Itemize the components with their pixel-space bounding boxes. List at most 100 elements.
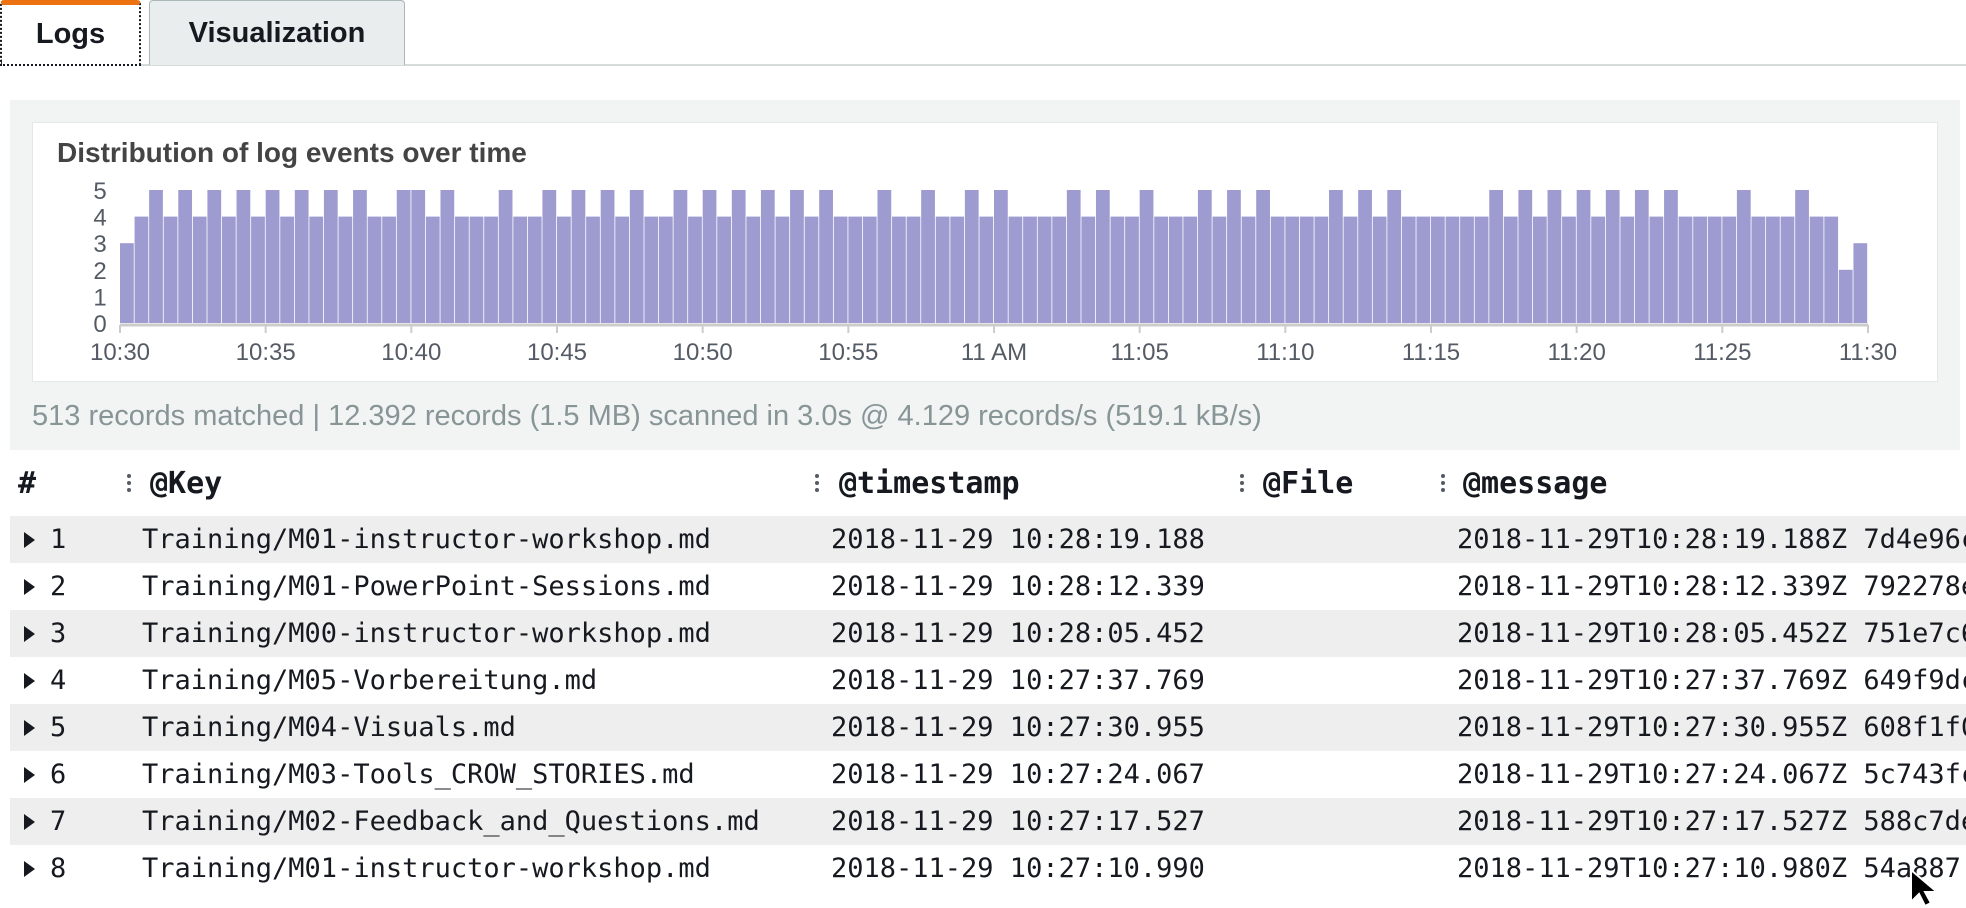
histogram-bar[interactable] [673, 190, 688, 323]
histogram-bar[interactable] [1212, 216, 1227, 323]
histogram-bar[interactable] [1387, 190, 1402, 323]
histogram-bar[interactable] [1547, 190, 1562, 323]
histogram-bar[interactable] [382, 216, 396, 323]
histogram-bar[interactable] [455, 216, 469, 323]
histogram-bar[interactable] [717, 216, 731, 323]
histogram-bar[interactable] [819, 190, 833, 323]
histogram-bar[interactable] [1241, 216, 1256, 323]
histogram-bar[interactable] [1445, 216, 1460, 323]
table-row[interactable]: 5 Training/M04-Visuals.md 2018-11-29 10:27… [10, 704, 1966, 751]
column-header-file[interactable]: @File [1263, 450, 1353, 516]
histogram-bar[interactable] [1620, 216, 1635, 323]
histogram-bar[interactable] [994, 190, 1008, 323]
histogram-bar[interactable] [265, 190, 280, 323]
column-header-key[interactable]: @Key [150, 450, 222, 516]
histogram-bar[interactable] [804, 216, 819, 323]
caret-right-icon[interactable] [24, 532, 35, 548]
column-header-number[interactable]: # [18, 450, 36, 516]
tab-visualization[interactable]: Visualization [149, 0, 405, 65]
histogram-bar[interactable] [979, 216, 994, 323]
histogram-bar[interactable] [1416, 216, 1431, 323]
table-row[interactable]: 1 Training/M01-instructor-workshop.md 2018… [10, 516, 1966, 563]
histogram-bar[interactable] [1037, 216, 1052, 323]
histogram-bar[interactable] [760, 190, 775, 323]
histogram-bar[interactable] [1168, 216, 1183, 323]
histogram-bar[interactable] [1431, 216, 1445, 323]
histogram-bar[interactable] [1503, 216, 1518, 323]
caret-right-icon[interactable] [24, 861, 35, 877]
histogram-bar[interactable] [586, 216, 600, 323]
histogram-bar[interactable] [294, 190, 309, 323]
histogram-bar[interactable] [1576, 190, 1591, 323]
histogram-bar[interactable] [425, 216, 440, 323]
histogram-bar[interactable] [440, 190, 455, 323]
histogram-bar[interactable] [1591, 216, 1605, 323]
caret-right-icon[interactable] [24, 767, 35, 783]
histogram-bar[interactable] [1008, 216, 1023, 323]
histogram-bar[interactable] [1372, 216, 1387, 323]
histogram-bar[interactable] [1329, 190, 1343, 323]
histogram-bar[interactable] [353, 190, 367, 323]
histogram-bar[interactable] [1474, 216, 1489, 323]
histogram-bar[interactable] [848, 216, 863, 323]
histogram-bar[interactable] [134, 216, 149, 323]
histogram-bar[interactable] [1460, 216, 1474, 323]
histogram-bar[interactable] [775, 216, 790, 323]
histogram-bar[interactable] [309, 216, 324, 323]
histogram-bar[interactable] [1532, 216, 1547, 323]
histogram-bar[interactable] [1780, 216, 1795, 323]
histogram-bar[interactable] [280, 216, 294, 323]
histogram-bar[interactable] [615, 216, 630, 323]
histogram-bar[interactable] [1853, 243, 1868, 323]
histogram-bar[interactable] [1838, 269, 1853, 323]
histogram-bar[interactable] [1634, 190, 1649, 323]
histogram-bar[interactable] [513, 216, 528, 323]
histogram-bar[interactable] [921, 190, 935, 323]
table-row[interactable]: 8 Training/M01-instructor-workshop.md 2018… [10, 845, 1966, 892]
histogram-bar[interactable] [644, 216, 659, 323]
column-header-message[interactable]: @message [1463, 450, 1608, 516]
histogram-bar[interactable] [1358, 190, 1372, 323]
histogram-bar[interactable] [1605, 190, 1620, 323]
caret-right-icon[interactable] [24, 626, 35, 642]
histogram-bar[interactable] [1722, 216, 1737, 323]
histogram-bar[interactable] [1664, 190, 1678, 323]
histogram-bar[interactable] [950, 216, 965, 323]
histogram-bar[interactable] [1052, 216, 1067, 323]
histogram-bar[interactable] [1343, 216, 1358, 323]
histogram-bar[interactable] [892, 216, 906, 323]
histogram-bar[interactable] [1285, 216, 1300, 323]
histogram-bar[interactable] [1562, 216, 1576, 323]
histogram-bar[interactable] [1066, 190, 1081, 323]
histogram-bar[interactable] [469, 216, 484, 323]
histogram-bar[interactable] [1489, 190, 1504, 323]
caret-right-icon[interactable] [24, 579, 35, 595]
histogram-bar[interactable] [1809, 216, 1824, 323]
histogram-bar[interactable] [1693, 216, 1707, 323]
histogram-bar[interactable] [1256, 190, 1270, 323]
histogram-bar[interactable] [396, 190, 411, 323]
histogram-bar[interactable] [192, 216, 207, 323]
histogram-bar[interactable] [251, 216, 265, 323]
histogram-bar[interactable] [207, 190, 222, 323]
table-row[interactable]: 2 Training/M01-PowerPoint-Sessions.md 2018… [10, 563, 1966, 610]
histogram-bar[interactable] [1518, 190, 1533, 323]
histogram-bar[interactable] [338, 216, 353, 323]
histogram-bar[interactable] [542, 190, 557, 323]
histogram-bar[interactable] [600, 190, 615, 323]
histogram-bar[interactable] [149, 190, 163, 323]
caret-right-icon[interactable] [24, 814, 35, 830]
histogram-bar[interactable] [964, 190, 979, 323]
caret-right-icon[interactable] [24, 720, 35, 736]
histogram-bar[interactable] [1649, 216, 1664, 323]
histogram-bar[interactable] [1227, 190, 1241, 323]
histogram-bar[interactable] [935, 216, 950, 323]
histogram-bar[interactable] [498, 190, 513, 323]
histogram-bar[interactable] [411, 190, 426, 323]
histogram-bar[interactable] [906, 216, 921, 323]
column-grip-icon[interactable] [1441, 474, 1445, 494]
histogram-bar[interactable] [163, 216, 178, 323]
histogram-bar[interactable] [1751, 216, 1766, 323]
table-row[interactable]: 4 Training/M05-Vorbereitung.md 2018-11-29 … [10, 657, 1966, 704]
histogram-bar[interactable] [1110, 216, 1125, 323]
